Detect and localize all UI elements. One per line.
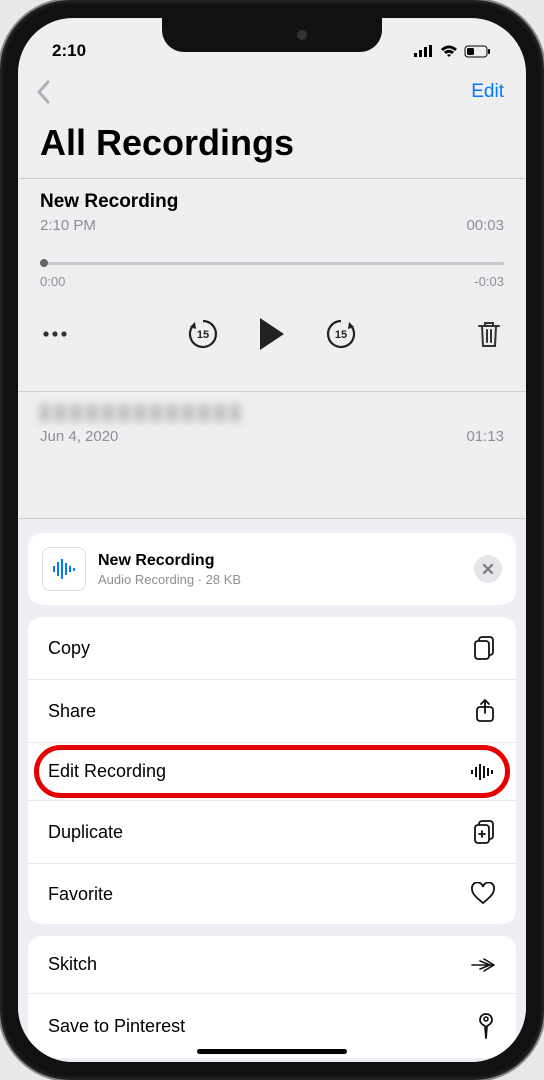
- phone-frame: 2:10 Edit All Recordings: [0, 0, 544, 1080]
- menu-item-share[interactable]: Share: [28, 679, 516, 742]
- action-sheet: New Recording Audio Recording · 28 KB Co…: [18, 518, 526, 1062]
- menu-label: Copy: [48, 638, 90, 659]
- recording-title: New Recording: [40, 191, 178, 213]
- waveform-icon: [470, 762, 496, 782]
- scrubber-handle[interactable]: [40, 259, 48, 267]
- scrubber[interactable]: [40, 258, 504, 268]
- more-options-button[interactable]: [42, 330, 68, 338]
- recording-time: 2:10 PM: [40, 217, 96, 234]
- svg-text:15: 15: [335, 329, 347, 341]
- menu-label: Share: [48, 701, 96, 722]
- recording-duration: 01:13: [466, 428, 504, 445]
- duplicate-icon: [472, 819, 496, 845]
- back-button[interactable]: [36, 80, 52, 104]
- cellular-icon: [414, 45, 434, 57]
- close-sheet-button[interactable]: [474, 555, 502, 583]
- scrub-remaining: -0:03: [474, 274, 504, 289]
- menu-item-duplicate[interactable]: Duplicate: [28, 800, 516, 863]
- playback-controls: 15 15: [40, 289, 504, 381]
- home-indicator[interactable]: [197, 1049, 347, 1054]
- phone-mute-switch: [0, 160, 2, 200]
- menu-label: Duplicate: [48, 822, 123, 843]
- skip-forward-button[interactable]: 15: [324, 317, 358, 351]
- menu-item-skitch[interactable]: Skitch: [28, 936, 516, 993]
- sheet-subtitle: Audio Recording · 28 KB: [98, 572, 241, 587]
- wifi-icon: [440, 45, 458, 58]
- edit-button[interactable]: Edit: [471, 81, 504, 103]
- status-time: 2:10: [52, 41, 86, 61]
- menu-label: Edit Recording: [48, 761, 166, 782]
- audio-thumbnail-icon: [42, 547, 86, 591]
- recording-date: Jun 4, 2020: [40, 428, 118, 445]
- phone-volume-down: [0, 320, 2, 390]
- notch: [162, 18, 382, 52]
- screen: 2:10 Edit All Recordings: [18, 18, 526, 1062]
- recording-list-item[interactable]: Jun 4, 2020 01:13: [18, 391, 526, 459]
- skip-back-button[interactable]: 15: [186, 317, 220, 351]
- sheet-menu-primary: Copy Share Edit Recording: [28, 617, 516, 924]
- recording-title-redacted: [40, 404, 240, 422]
- play-button[interactable]: [260, 318, 284, 350]
- sheet-menu-secondary: Skitch Save to Pinterest: [28, 936, 516, 1058]
- phone-volume-up: [0, 230, 2, 300]
- heart-icon: [470, 882, 496, 906]
- feather-icon: [470, 955, 496, 975]
- pin-icon: [476, 1012, 496, 1040]
- menu-label: Favorite: [48, 884, 113, 905]
- page-title: All Recordings: [18, 110, 526, 178]
- menu-item-copy[interactable]: Copy: [28, 617, 516, 679]
- delete-button[interactable]: [476, 319, 502, 349]
- copy-icon: [472, 635, 496, 661]
- battery-icon: [464, 45, 492, 58]
- menu-item-favorite[interactable]: Favorite: [28, 863, 516, 924]
- sheet-header: New Recording Audio Recording · 28 KB: [28, 533, 516, 605]
- recording-duration: 00:03: [466, 217, 504, 234]
- menu-item-edit-recording[interactable]: Edit Recording: [28, 742, 516, 800]
- sheet-title: New Recording: [98, 552, 241, 570]
- scrub-elapsed: 0:00: [40, 274, 65, 289]
- current-recording[interactable]: New Recording 2:10 PM 00:03 0:00 -0:03: [18, 179, 526, 391]
- menu-label: Skitch: [48, 954, 97, 975]
- menu-label: Save to Pinterest: [48, 1016, 185, 1037]
- svg-text:15: 15: [197, 329, 209, 341]
- share-icon: [474, 698, 496, 724]
- nav-bar: Edit: [18, 70, 526, 110]
